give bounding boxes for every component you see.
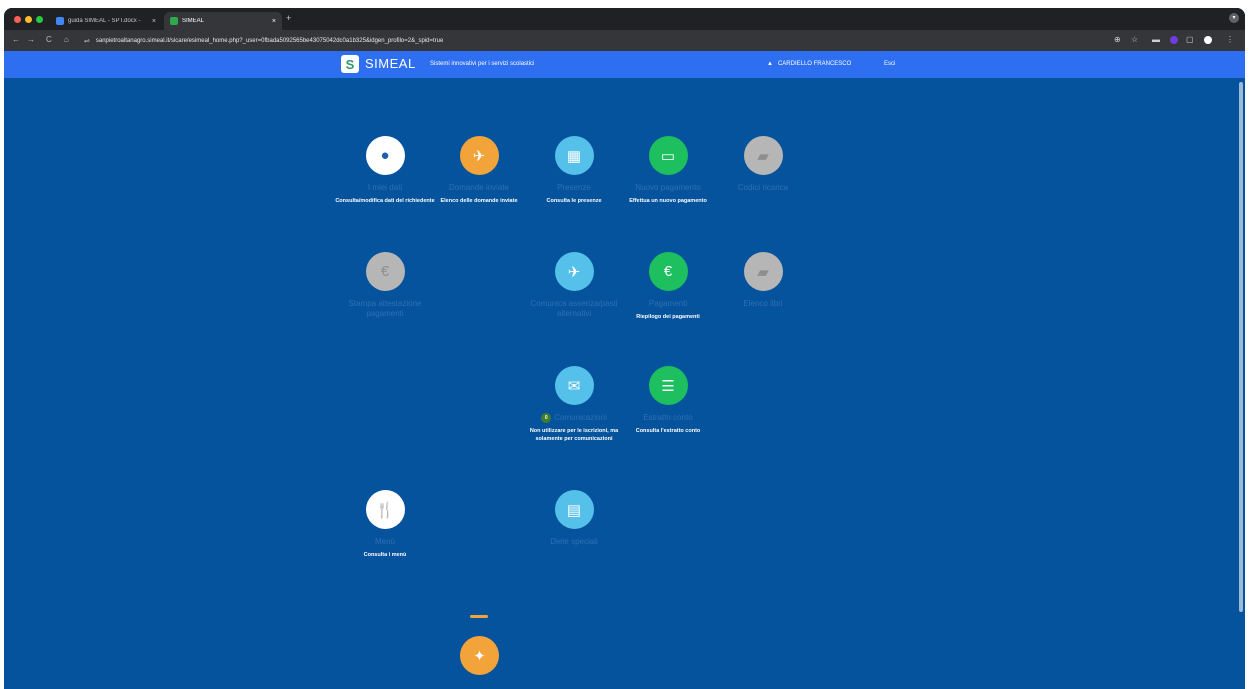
tile-title: Menù (374, 537, 395, 546)
tile-menu[interactable]: 🍴 Menù Consulta i menù (335, 490, 435, 560)
tile-stampa-attestazione[interactable]: € Stampa attestazione pagamenti (335, 252, 435, 319)
tile-title: Diete speciali (550, 537, 598, 546)
home-icon[interactable]: ⌂ (64, 35, 69, 44)
tile-title: Stampa attestazione pagamenti (348, 299, 422, 318)
tile-elenco-libri[interactable]: ▰ Elenco libri (713, 252, 813, 309)
tile-title: Nuovo pagamento (635, 183, 701, 192)
book-icon[interactable]: ▰ (743, 252, 783, 291)
simeal-favicon-icon (170, 17, 178, 25)
tile-estratto-conto[interactable]: ☰ Estratto conto Consulta l'estratto con… (618, 366, 718, 436)
paper-plane-icon[interactable]: ✈ (554, 252, 594, 291)
url-text: sanpietroaltanagro.simeal.it/sicare/esim… (95, 37, 444, 44)
book-icon[interactable]: ▰ (743, 136, 783, 175)
url-field[interactable]: ⇌ sanpietroaltanagro.simeal.it/sicare/es… (84, 34, 1104, 47)
tab-bar: guida SIMEAL - SPT.docx - × SIMEAL × + ▾ (4, 8, 1245, 30)
euro-icon[interactable]: € (648, 252, 688, 291)
window-minimize-control[interactable] (25, 16, 32, 23)
user-name: CARDIELLO FRANCESCO (777, 61, 852, 67)
browser-window: guida SIMEAL - SPT.docx - × SIMEAL × + ▾… (4, 8, 1245, 689)
reload-icon[interactable]: C (46, 35, 52, 44)
app-header: S SIMEAL Sistemi innovativi per i serviz… (4, 51, 1245, 78)
bookmark-star-icon[interactable]: ☆ (1131, 35, 1138, 44)
simeal-logo-icon[interactable]: S (341, 55, 359, 73)
page-scrollbar[interactable] (1239, 82, 1243, 612)
tile-title-text: Comunicazioni (554, 413, 607, 423)
list-icon[interactable]: ☰ (648, 366, 688, 405)
tab-guida[interactable]: guida SIMEAL - SPT.docx - × (50, 12, 162, 30)
tile-pagamenti[interactable]: € Pagamenti Riepilogo dei pagamenti (618, 252, 718, 322)
tile-description: Consulta i menù (363, 552, 407, 558)
site-info-icon[interactable]: ⇌ (84, 37, 90, 45)
user-icon[interactable]: ● (365, 136, 405, 175)
logo-letter: S (345, 56, 355, 72)
tab-close-icon[interactable]: × (272, 18, 276, 25)
tile-title: Presenze (557, 183, 591, 192)
browser-menu-icon[interactable]: ⋮ (1226, 35, 1234, 44)
tile-title: Estratto conto (643, 413, 693, 422)
envelope-icon[interactable]: ✉ (554, 366, 594, 405)
tab-title: guida SIMEAL - SPT.docx - (68, 18, 141, 24)
tile-presenze[interactable]: ▦ Presenze Consulta le presenze (524, 136, 624, 206)
extension-icon[interactable]: ▬ (1152, 35, 1160, 44)
forward-icon[interactable]: → (27, 35, 35, 44)
tile-title: I miei dati (367, 183, 403, 192)
tile-title: Domande inviate (448, 183, 510, 192)
credit-card-icon[interactable]: ▭ (648, 136, 688, 175)
tile-description: Elenco delle domande inviate (440, 198, 518, 204)
tile-description: Consulta l'estratto conto (635, 428, 701, 434)
document-icon[interactable]: ▤ (554, 490, 594, 529)
tile-title: Pagamenti (648, 299, 688, 308)
tile-description: Consulta/modifica dati del richiedente (335, 198, 435, 204)
back-icon[interactable]: ← (12, 35, 20, 44)
tile-anagrafica[interactable]: ● I miei dati Consulta/modifica dati del… (335, 136, 435, 206)
tile-title: Elenco libri (743, 299, 783, 308)
tile-description: Riepilogo dei pagamenti (636, 314, 700, 320)
accessibility-icon[interactable]: ✦ (460, 636, 499, 675)
cutlery-icon[interactable]: 🍴 (365, 490, 405, 529)
calendar-icon[interactable]: ▦ (554, 136, 594, 175)
docs-icon (56, 17, 64, 25)
tab-title: SIMEAL (182, 18, 205, 24)
tile-description: Effettua un nuovo pagamento (629, 198, 707, 204)
message-count-badge: 0 (541, 413, 552, 423)
tile-nuovo-pagamento[interactable]: ▭ Nuovo pagamento Effettua un nuovo paga… (618, 136, 718, 206)
tile-title: Codici ricarica (737, 183, 789, 192)
address-bar: ← → C ⌂ ⇌ sanpietroaltanagro.simeal.it/s… (4, 30, 1245, 51)
user-icon: ▲ (767, 61, 773, 67)
profile-avatar[interactable] (1204, 36, 1212, 44)
tile-comunica-assenza[interactable]: ✈ Comunica assenza/pasti alternativi (524, 252, 624, 319)
logout-link[interactable]: Esci (884, 61, 895, 67)
tile-codici-ricarica[interactable]: ▰ Codici ricarica (713, 136, 813, 193)
tile-comunicazioni[interactable]: ✉ 0 Comunicazioni Non utilizzare per le i… (524, 366, 624, 443)
floating-notch (470, 615, 488, 618)
tab-search-button[interactable]: ▾ (1229, 13, 1239, 23)
brand-tagline: Sistemi innovativi per i servizi scolast… (430, 61, 535, 67)
new-tab-button[interactable]: + (286, 13, 291, 23)
brand-name[interactable]: SIMEAL (365, 56, 416, 71)
tile-description: Consulta le presenze (546, 198, 602, 204)
tile-title: Comunica assenza/pasti alternativi (530, 299, 618, 318)
tile-title: 0 Comunicazioni (524, 413, 624, 423)
window-maximize-control[interactable] (36, 16, 43, 23)
extension-badge-icon[interactable] (1170, 36, 1178, 44)
tab-close-icon[interactable]: × (152, 18, 156, 25)
translate-icon[interactable]: ⊕ (1114, 35, 1121, 44)
tile-description: Non utilizzare per le iscrizioni, ma sol… (529, 428, 619, 442)
tile-domande-inviate[interactable]: ✈ Domande inviate Elenco delle domande i… (429, 136, 529, 206)
sidepanel-icon[interactable]: ▢ (1186, 35, 1194, 44)
window-close-control[interactable] (14, 16, 21, 23)
tab-simeal[interactable]: SIMEAL × (164, 12, 282, 30)
euro-icon[interactable]: € (365, 252, 405, 291)
user-menu[interactable]: ▲ CARDIELLO FRANCESCO (767, 61, 851, 67)
tile-diete-speciali[interactable]: ▤ Diete speciali (524, 490, 624, 547)
paper-plane-icon[interactable]: ✈ (459, 136, 499, 175)
